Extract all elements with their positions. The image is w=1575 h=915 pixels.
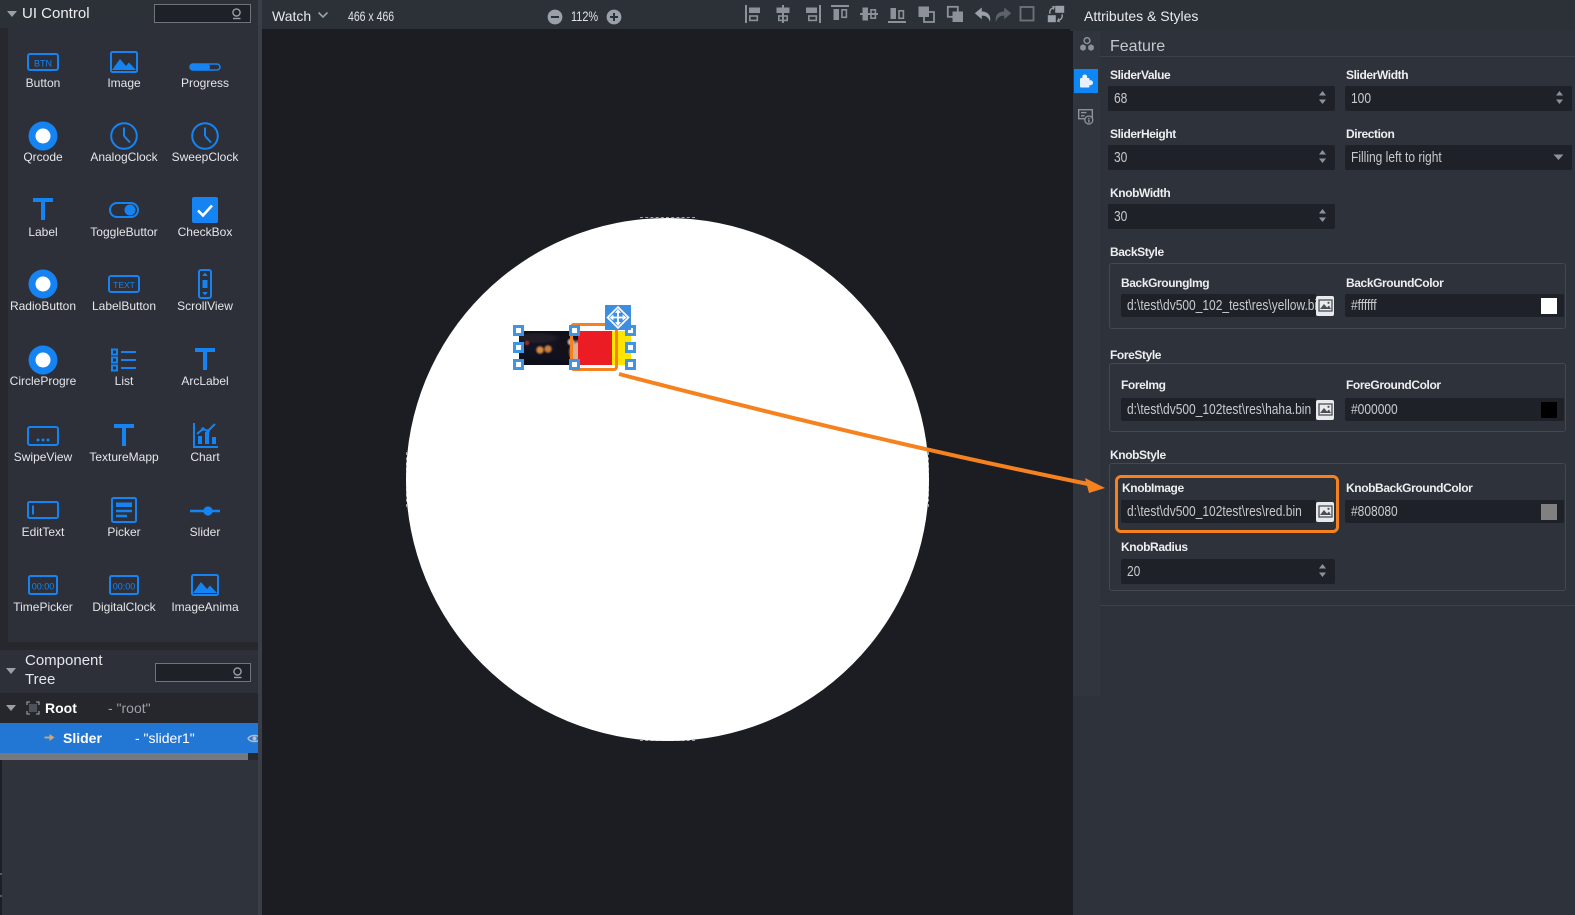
svg-text:TEXT: TEXT [113, 280, 135, 290]
svg-text:00:00: 00:00 [32, 582, 55, 592]
svg-text:00:00: 00:00 [113, 582, 136, 592]
svg-text:BTN: BTN [34, 58, 52, 68]
